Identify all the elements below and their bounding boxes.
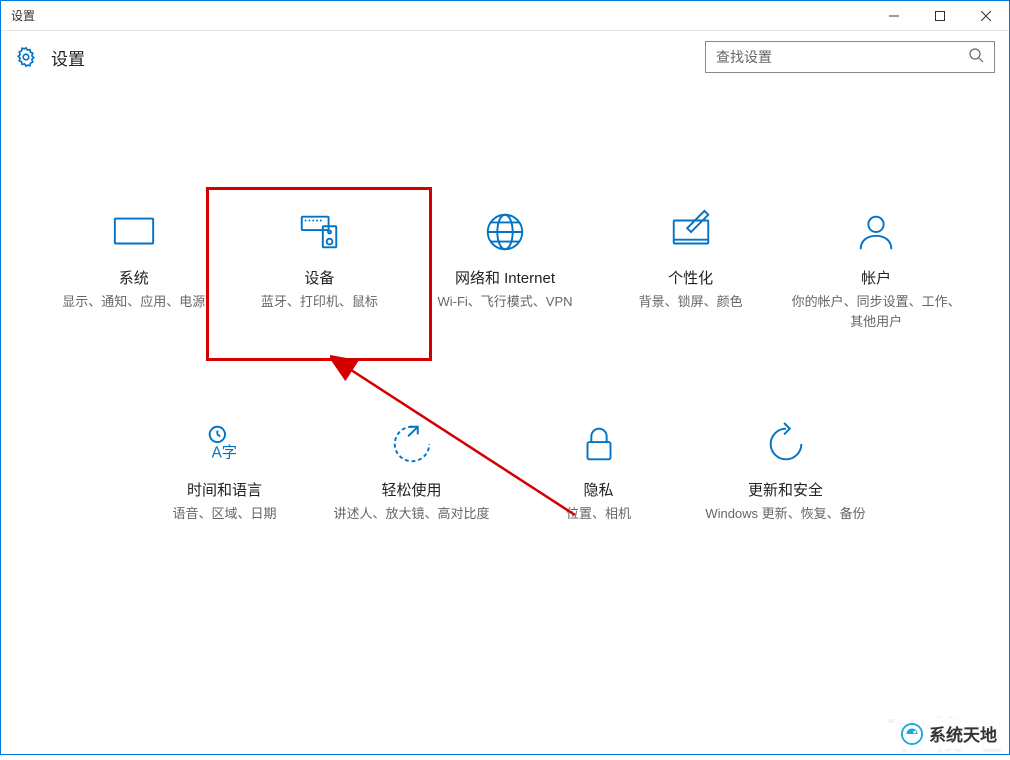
tile-title: 设备 — [304, 267, 334, 288]
tile-desc: 背景、锁屏、颜色 — [639, 292, 743, 312]
tile-desc: 蓝牙、打印机、鼠标 — [261, 292, 378, 312]
search-icon — [968, 47, 984, 68]
tile-ease-of-access[interactable]: 轻松使用 讲述人、放大镜、高对比度 — [327, 421, 497, 524]
tile-desc: 位置、相机 — [566, 504, 631, 524]
tile-desc: 你的帐户、同步设置、工作、其他用户 — [791, 292, 961, 331]
maximize-icon — [935, 11, 945, 21]
tile-devices[interactable]: 设备 蓝牙、打印机、鼠标 — [234, 209, 404, 331]
devices-icon — [296, 209, 342, 255]
tile-title: 轻松使用 — [381, 479, 441, 500]
tile-system[interactable]: 系统 显示、通知、应用、电源 — [49, 209, 219, 331]
tile-title: 个性化 — [668, 267, 713, 288]
tile-title: 时间和语言 — [187, 479, 262, 500]
lock-icon — [576, 421, 622, 467]
search-input[interactable] — [716, 49, 968, 65]
settings-window: 设置 设置 — [0, 0, 1010, 755]
watermark-logo-icon — [901, 723, 923, 745]
page-title: 设置 — [51, 45, 705, 70]
header: 设置 — [1, 31, 1009, 89]
tile-update-security[interactable]: 更新和安全 Windows 更新、恢复、备份 — [701, 421, 871, 524]
svg-text:A字: A字 — [211, 444, 237, 461]
close-button[interactable] — [963, 1, 1009, 30]
tile-title: 更新和安全 — [748, 479, 823, 500]
tile-personalization[interactable]: 个性化 背景、锁屏、颜色 — [606, 209, 776, 331]
display-icon — [111, 209, 157, 255]
tile-desc: Wi-Fi、飞行模式、VPN — [437, 292, 572, 312]
user-icon — [853, 209, 899, 255]
close-icon — [981, 11, 991, 21]
tile-title: 帐户 — [861, 267, 891, 288]
titlebar-title: 设置 — [1, 7, 871, 24]
settings-grid: 系统 显示、通知、应用、电源 设备 蓝牙、打印机、鼠标 — [1, 89, 1009, 754]
maximize-button[interactable] — [917, 1, 963, 30]
ease-of-access-icon — [389, 421, 435, 467]
tile-network[interactable]: 网络和 Internet Wi-Fi、飞行模式、VPN — [420, 209, 590, 331]
tile-accounts[interactable]: 帐户 你的帐户、同步设置、工作、其他用户 — [791, 209, 961, 331]
update-icon — [763, 421, 809, 467]
tile-privacy[interactable]: 隐私 位置、相机 — [514, 421, 684, 524]
minimize-icon — [889, 11, 899, 21]
globe-icon — [482, 209, 528, 255]
tile-title: 网络和 Internet — [455, 267, 555, 288]
tile-title: 系统 — [119, 267, 149, 288]
time-language-icon: A字 — [202, 421, 248, 467]
gear-icon — [15, 46, 37, 68]
tile-desc: 语音、区域、日期 — [172, 504, 276, 524]
window-controls — [871, 1, 1009, 30]
tile-desc: 讲述人、放大镜、高对比度 — [333, 504, 489, 524]
tile-title: 隐私 — [583, 479, 613, 500]
row-1: 系统 显示、通知、应用、电源 设备 蓝牙、打印机、鼠标 — [21, 209, 989, 331]
watermark-text: 系统天地 — [929, 721, 997, 746]
watermark: 系统天地 — [894, 718, 1004, 749]
row-2: A字 时间和语言 语音、区域、日期 轻松使用 讲述人、放大镜、高对比度 隐私 位… — [21, 421, 989, 524]
tile-time-language[interactable]: A字 时间和语言 语音、区域、日期 — [140, 421, 310, 524]
tile-desc: Windows 更新、恢复、备份 — [705, 504, 865, 524]
tile-desc: 显示、通知、应用、电源 — [62, 292, 205, 312]
search-box[interactable] — [705, 41, 995, 73]
personalization-icon — [668, 209, 714, 255]
titlebar: 设置 — [1, 1, 1009, 31]
minimize-button[interactable] — [871, 1, 917, 30]
